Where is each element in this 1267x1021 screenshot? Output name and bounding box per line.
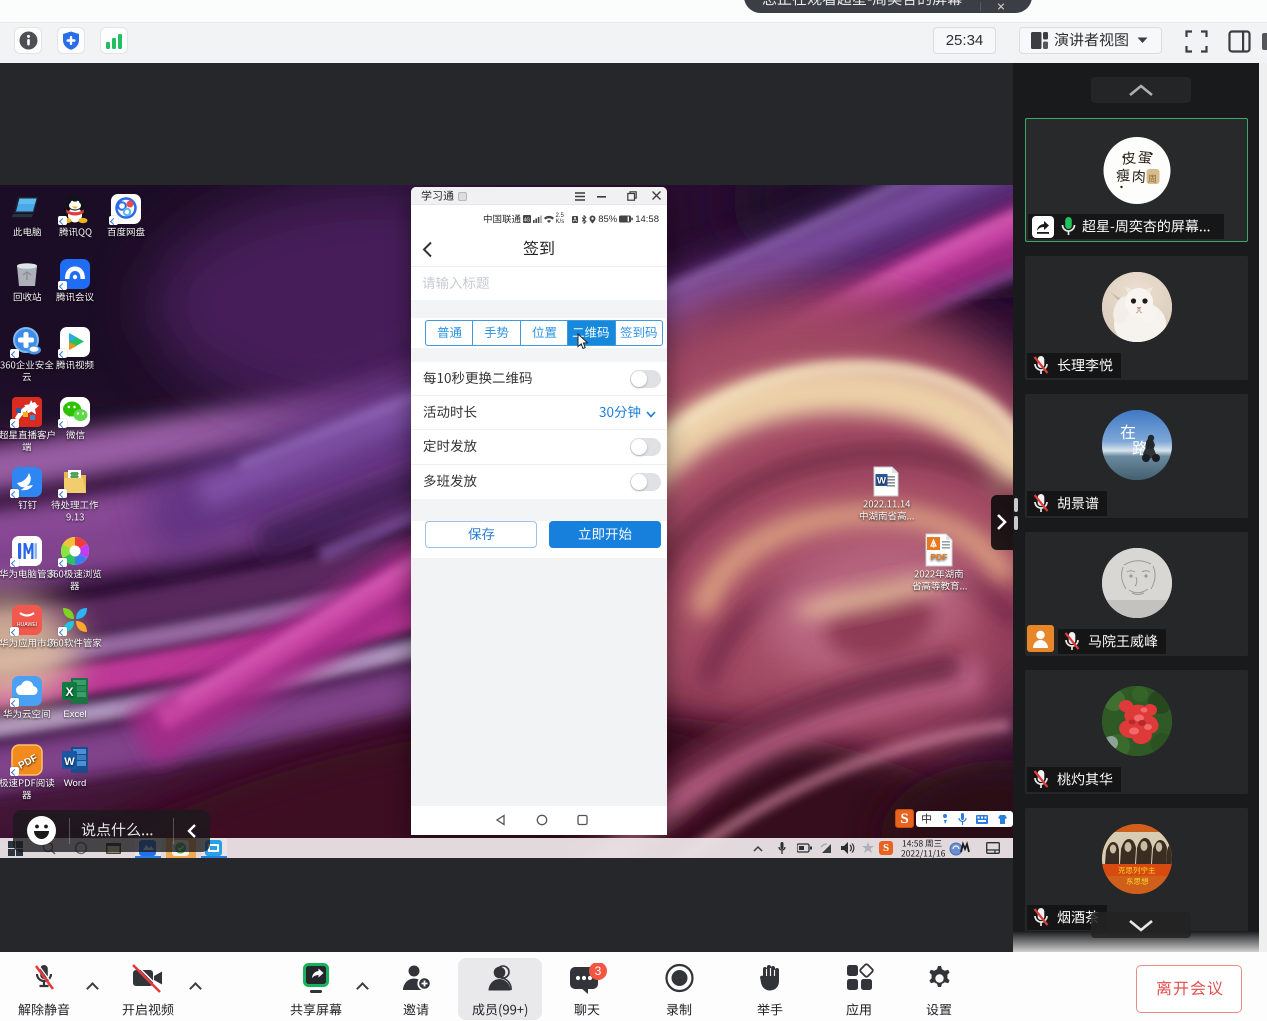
svg-text:W: W <box>877 476 886 487</box>
svg-text:X: X <box>65 685 73 699</box>
svg-text:4G: 4G <box>523 217 530 223</box>
svg-text:W: W <box>64 756 75 768</box>
svg-text:PDF: PDF <box>931 552 948 562</box>
svg-text:HUAWEI: HUAWEI <box>17 622 38 628</box>
svg-text:3: 3 <box>595 964 602 978</box>
